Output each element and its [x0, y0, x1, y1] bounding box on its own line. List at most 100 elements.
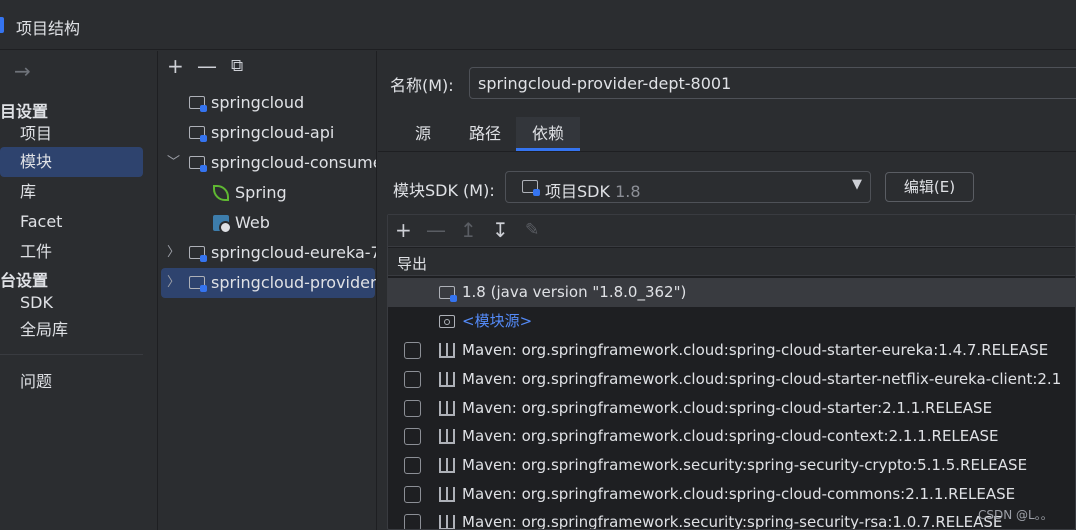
app-logo-icon	[0, 17, 4, 33]
module-folder-icon	[189, 126, 207, 142]
library-icon	[439, 372, 455, 387]
export-checkbox[interactable]	[404, 342, 421, 359]
tab-dependencies[interactable]: 依赖	[516, 117, 580, 151]
sidebar-divider	[0, 354, 143, 355]
table-row[interactable]: <模块源>	[388, 307, 1075, 336]
module-source-icon	[439, 315, 455, 328]
library-icon	[439, 515, 455, 529]
sdk-name: 项目SDK	[545, 182, 610, 201]
library-icon	[439, 429, 455, 444]
library-icon	[439, 401, 455, 416]
export-checkbox[interactable]	[404, 428, 421, 445]
sidebar-item-problems[interactable]: 问题	[0, 367, 143, 397]
tree-row-label: Spring	[235, 183, 287, 202]
chevron-right-icon[interactable]: 〉	[167, 238, 180, 268]
sidebar-item-artifacts[interactable]: 工件	[0, 237, 143, 267]
library-icon	[439, 487, 455, 502]
watermark: CSDN @L。。	[978, 508, 1053, 522]
sidebar-item-global-libraries[interactable]: 全局库	[0, 315, 143, 345]
table-row[interactable]: Maven: org.springframework.security:spri…	[388, 451, 1075, 480]
dependency-name: 1.8 (java version "1.8.0_362")	[462, 283, 687, 301]
tab-sources[interactable]: 源	[404, 117, 442, 151]
export-checkbox[interactable]	[404, 514, 421, 529]
dependency-name: Maven: org.springframework.cloud:spring-…	[462, 427, 999, 445]
export-checkbox[interactable]	[404, 457, 421, 474]
dependency-name: Maven: org.springframework.cloud:spring-…	[462, 399, 993, 417]
chevron-down-icon[interactable]: ﹀	[167, 148, 180, 178]
dependency-name: Maven: org.springframework.cloud:spring-…	[462, 370, 1062, 388]
settings-sidebar: → 目设置 项目 模块 库 Facet 工件 台设置 SDK 全局库 问题	[0, 51, 158, 530]
remove-icon[interactable]: —	[197, 55, 217, 77]
sidebar-item-sdk[interactable]: SDK	[0, 288, 143, 318]
module-folder-icon	[189, 276, 207, 292]
tree-row-label: springcloud-eureka-7	[211, 243, 377, 262]
window-title: 项目结构	[16, 19, 81, 38]
web-facet-icon	[213, 215, 232, 234]
library-icon	[439, 343, 455, 358]
tree-row-label: springcloud-consume	[211, 153, 377, 172]
module-folder-icon	[189, 246, 207, 262]
sidebar-item-project[interactable]: 项目	[0, 119, 143, 149]
sidebar-item-modules[interactable]: 模块	[0, 147, 143, 177]
table-row[interactable]: Maven: org.springframework.cloud:spring-…	[388, 422, 1075, 451]
dependency-name: Maven: org.springframework.security:spri…	[462, 456, 1028, 474]
tree-row-label: springcloud-provider-	[211, 273, 377, 292]
module-sdk-label: 模块SDK (M):	[393, 181, 495, 200]
export-column-header: 导出	[397, 255, 428, 273]
title-bar: 项目结构	[0, 0, 1076, 50]
module-details-panel: 名称(M): 源 路径 依赖 模块SDK (M): 项目SDK 1.8 ▼ 编辑…	[378, 51, 1076, 530]
table-row[interactable]: Maven: org.springframework.cloud:spring-…	[388, 394, 1075, 423]
sidebar-item-facets[interactable]: Facet	[0, 207, 143, 237]
module-tree-panel: + — ⧉ springcloud springcloud-api ﹀ spri…	[159, 51, 377, 530]
table-row[interactable]: Maven: org.springframework.cloud:spring-…	[388, 480, 1075, 509]
tree-row[interactable]: springcloud-api	[161, 118, 375, 148]
remove-dependency-icon[interactable]: —	[426, 218, 446, 242]
tree-row[interactable]: 〉 springcloud-eureka-7	[161, 238, 377, 268]
module-folder-icon	[189, 96, 207, 112]
dependencies-table: + — ↥ ↧ ✎ 导出 1.8 (java version "1.8.0_36…	[387, 214, 1076, 530]
edit-pencil-icon[interactable]: ✎	[525, 218, 539, 242]
dependency-name: Maven: org.springframework.security:spri…	[462, 513, 1003, 530]
library-icon	[439, 458, 455, 473]
add-icon[interactable]: +	[167, 55, 184, 77]
move-up-icon[interactable]: ↥	[460, 218, 477, 242]
tabs-divider	[378, 151, 1076, 152]
table-row[interactable]: Maven: org.springframework.cloud:spring-…	[388, 336, 1075, 365]
move-down-icon[interactable]: ↧	[492, 218, 509, 242]
export-checkbox[interactable]	[404, 486, 421, 503]
tree-row[interactable]: Web	[161, 208, 375, 238]
export-checkbox[interactable]	[404, 371, 421, 388]
tree-row[interactable]: springcloud	[161, 88, 375, 118]
tree-row-label: Web	[235, 213, 270, 232]
module-sdk-select[interactable]: 项目SDK 1.8 ▼	[505, 171, 871, 203]
forward-arrow-icon[interactable]: →	[14, 59, 31, 83]
dependency-name: Maven: org.springframework.cloud:spring-…	[462, 341, 1049, 359]
dropdown-arrow-icon: ▼	[852, 177, 862, 192]
tree-row[interactable]: Spring	[161, 178, 375, 208]
dependency-name: <模块源>	[462, 312, 533, 330]
tree-row[interactable]: ﹀ springcloud-consume	[161, 148, 377, 178]
tab-paths[interactable]: 路径	[460, 117, 510, 151]
dependencies-toolbar: + — ↥ ↧ ✎	[388, 215, 1075, 247]
module-name-input[interactable]	[469, 67, 1076, 99]
sidebar-item-libraries[interactable]: 库	[0, 177, 143, 207]
sdk-folder-icon	[522, 180, 540, 196]
export-checkbox[interactable]	[404, 400, 421, 417]
sdk-version: 1.8	[615, 182, 641, 201]
table-row[interactable]: Maven: org.springframework.cloud:spring-…	[388, 365, 1075, 394]
add-dependency-icon[interactable]: +	[395, 218, 412, 242]
module-folder-icon	[189, 156, 207, 172]
sdk-selected-value: 项目SDK 1.8	[545, 178, 641, 202]
tree-row[interactable]: 〉 springcloud-provider-	[161, 268, 377, 298]
dependency-name: Maven: org.springframework.cloud:spring-…	[462, 485, 1016, 503]
copy-icon[interactable]: ⧉	[231, 55, 243, 77]
table-row[interactable]: 1.8 (java version "1.8.0_362")	[388, 278, 1075, 307]
dependencies-header: 导出	[388, 248, 1075, 276]
tree-row-label: springcloud	[211, 93, 305, 112]
jdk-folder-icon	[439, 286, 457, 302]
table-row[interactable]: Maven: org.springframework.security:spri…	[388, 508, 1075, 530]
tree-row-label: springcloud-api	[211, 123, 335, 142]
name-label: 名称(M):	[390, 76, 454, 95]
edit-sdk-button[interactable]: 编辑(E)	[885, 172, 974, 202]
chevron-right-icon[interactable]: 〉	[167, 268, 180, 298]
